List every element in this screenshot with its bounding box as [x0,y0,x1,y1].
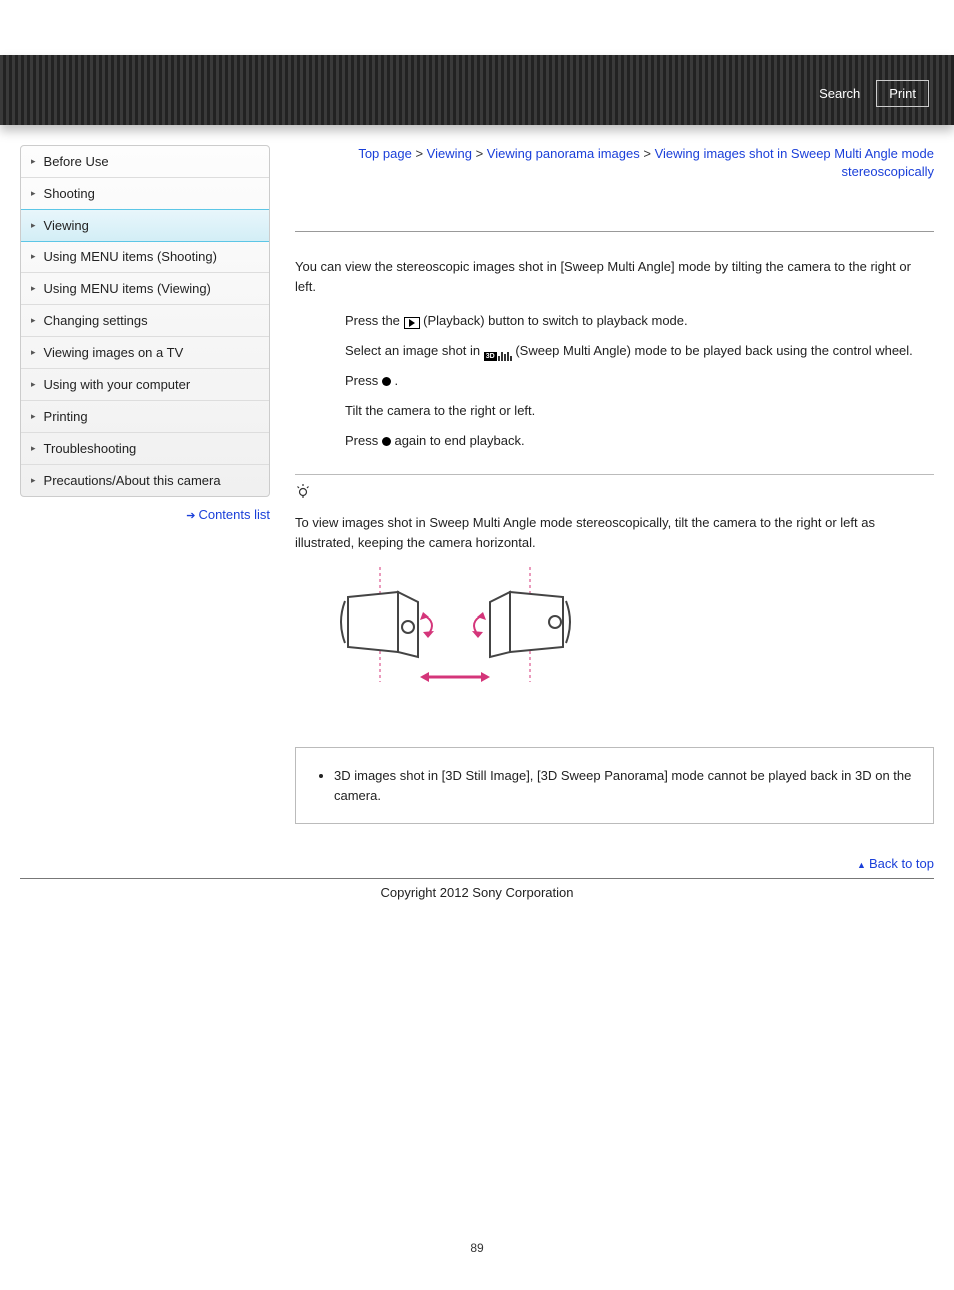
chevron-right-icon: ▸ [31,188,36,199]
sidebar-item-label: Using MENU items (Shooting) [44,249,217,264]
chevron-right-icon: ▸ [31,443,36,454]
step-5: Press again to end playback. [345,428,934,454]
sidebar-item-printing[interactable]: ▸ Printing [21,401,269,433]
breadcrumb-part[interactable]: Viewing images shot in Sweep Multi Angle… [655,146,934,179]
center-button-icon [382,377,391,386]
chevron-right-icon: ▸ [31,251,36,262]
center-button-icon [382,437,391,446]
sidebar-nav: ▸ Before Use ▸ Shooting ▸ Viewing ▸ Using MENU … [20,145,270,497]
sidebar-item-using-menu-items-shooting[interactable]: ▸ Using MENU items (Shooting) [21,241,269,273]
contents-list-link[interactable]: ➔Contents list [20,507,270,522]
step-1: Press the (Playback) button to switch to… [345,308,934,334]
footer-divider [20,878,934,879]
sidebar-item-label: Precautions/About this camera [44,473,221,488]
playback-icon [404,317,420,329]
step-4: Tilt the camera to the right or left. [345,398,934,424]
sidebar-item-label: Printing [44,409,88,424]
copyright-text: Copyright 2012 Sony Corporation [0,885,954,900]
sidebar: ▸ Before Use ▸ Shooting ▸ Viewing ▸ Using MENU … [20,145,270,874]
tilt-diagram [325,567,605,697]
sweep-multi-angle-icon: 3D [484,352,512,361]
note-text: 3D images shot in [3D Still Image], [3D … [334,766,913,805]
sidebar-item-label: Troubleshooting [44,441,137,456]
chevron-right-icon: ▸ [31,347,36,358]
triangle-up-icon: ▲ [857,860,866,870]
sidebar-item-using-with-your-computer[interactable]: ▸ Using with your computer [21,369,269,401]
divider [295,231,934,232]
sidebar-item-label: Using with your computer [44,377,191,392]
back-to-top-link[interactable]: ▲Back to top [295,854,934,874]
header-bar: Search Print [0,55,954,125]
chevron-right-icon: ▸ [31,379,36,390]
sidebar-item-label: Viewing [44,218,89,233]
step-2: Select an image shot in 3D (Sweep Multi … [345,338,934,364]
breadcrumb: Top page > Viewing > Viewing panorama im… [295,145,934,181]
intro-text: You can view the stereoscopic images sho… [295,257,934,296]
arrow-right-icon: ➔ [186,510,195,522]
header-actions: Search Print [809,80,929,107]
main-content: Top page > Viewing > Viewing panorama im… [295,145,934,874]
chevron-right-icon: ▸ [31,315,36,326]
tip-text: To view images shot in Sweep Multi Angle… [295,513,934,552]
contents-list-label[interactable]: Contents list [198,507,270,522]
sidebar-item-label: Before Use [44,154,109,169]
breadcrumb-part[interactable]: Viewing panorama images [487,146,640,161]
search-button[interactable]: Search [809,80,870,107]
page-number: 89 [0,1241,954,1255]
chevron-right-icon: ▸ [31,156,36,167]
note-box: 3D images shot in [3D Still Image], [3D … [295,747,934,824]
steps-list: Press the (Playback) button to switch to… [345,308,934,454]
sidebar-item-label: Using MENU items (Viewing) [44,281,211,296]
sidebar-item-viewing-images-on-a-tv[interactable]: ▸ Viewing images on a TV [21,337,269,369]
tip-section: To view images shot in Sweep Multi Angle… [295,474,934,697]
sidebar-item-label: Viewing images on a TV [44,345,184,360]
sidebar-item-using-menu-items-viewing[interactable]: ▸ Using MENU items (Viewing) [21,273,269,305]
step-3: Press . [345,368,934,394]
sidebar-item-changing-settings[interactable]: ▸ Changing settings [21,305,269,337]
breadcrumb-part[interactable]: Viewing [427,146,472,161]
print-button[interactable]: Print [876,80,929,107]
sidebar-item-troubleshooting[interactable]: ▸ Troubleshooting [21,433,269,465]
sidebar-item-label: Shooting [44,186,95,201]
chevron-right-icon: ▸ [31,475,36,486]
sidebar-item-before-use[interactable]: ▸ Before Use [21,146,269,178]
sidebar-item-viewing[interactable]: ▸ Viewing [20,209,270,242]
breadcrumb-part[interactable]: Top page [358,146,412,161]
tip-icon [295,483,311,507]
sidebar-item-shooting[interactable]: ▸ Shooting [21,178,269,210]
chevron-right-icon: ▸ [31,220,36,231]
sidebar-item-precautions-about-this-camera[interactable]: ▸ Precautions/About this camera [21,465,269,496]
chevron-right-icon: ▸ [31,283,36,294]
chevron-right-icon: ▸ [31,411,36,422]
sidebar-item-label: Changing settings [44,313,148,328]
